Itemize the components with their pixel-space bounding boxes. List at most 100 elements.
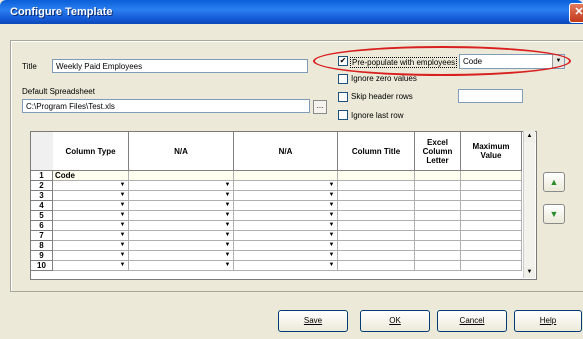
grid-cell[interactable] <box>338 261 415 271</box>
cancel-button[interactable]: Cancel <box>437 310 507 332</box>
scroll-down-icon[interactable]: ▼ <box>524 267 535 278</box>
grid-cell[interactable]: ▼ <box>234 201 338 211</box>
grid-cell[interactable] <box>338 221 415 231</box>
chevron-down-icon[interactable]: ▼ <box>327 202 336 209</box>
grid-cell[interactable] <box>338 201 415 211</box>
chevron-down-icon[interactable]: ▼ <box>327 192 336 199</box>
grid-scrollbar[interactable]: ▲ ▼ <box>523 131 535 278</box>
move-row-down-button[interactable]: ▼ <box>543 204 565 224</box>
grid-cell[interactable] <box>415 201 461 211</box>
chevron-down-icon[interactable]: ▼ <box>327 182 336 189</box>
grid-cell[interactable] <box>415 241 461 251</box>
grid-cell[interactable] <box>338 241 415 251</box>
grid-cell[interactable] <box>461 251 522 261</box>
chevron-down-icon[interactable]: ▼ <box>223 252 232 259</box>
grid-cell[interactable] <box>461 211 522 221</box>
grid-cell[interactable]: ▼ <box>129 241 234 251</box>
chevron-down-icon[interactable]: ▼ <box>118 222 127 229</box>
grid-cell[interactable] <box>461 191 522 201</box>
grid-cell[interactable]: ▼ <box>129 191 234 201</box>
chevron-down-icon[interactable]: ▼ <box>118 192 127 199</box>
grid-cell[interactable]: ▼ <box>53 201 129 211</box>
ok-button[interactable]: OK <box>360 310 430 332</box>
grid-cell[interactable] <box>415 181 461 191</box>
chevron-down-icon[interactable]: ▼ <box>327 262 336 269</box>
grid-cell[interactable] <box>461 221 522 231</box>
move-row-up-button[interactable]: ▲ <box>543 172 565 192</box>
grid-cell[interactable]: ▼ <box>234 261 338 271</box>
ignore-last-checkbox[interactable] <box>338 110 348 120</box>
grid-cell[interactable]: ▼ <box>53 191 129 201</box>
grid-cell[interactable] <box>338 181 415 191</box>
chevron-down-icon[interactable]: ▼ <box>327 242 336 249</box>
chevron-down-icon[interactable]: ▼ <box>223 212 232 219</box>
grid-cell[interactable]: ▼ <box>53 241 129 251</box>
grid-cell[interactable] <box>129 171 234 181</box>
grid-cell[interactable]: ▼ <box>129 221 234 231</box>
grid-cell[interactable]: ▼ <box>234 211 338 221</box>
grid-cell[interactable]: Code <box>53 171 129 181</box>
chevron-down-icon[interactable]: ▼ <box>118 202 127 209</box>
chevron-down-icon[interactable]: ▼ <box>118 232 127 239</box>
grid-cell[interactable] <box>461 201 522 211</box>
help-button[interactable]: Help <box>514 310 582 332</box>
grid-cell[interactable] <box>461 171 522 181</box>
grid-cell[interactable]: ▼ <box>53 231 129 241</box>
chevron-down-icon[interactable]: ▼ <box>223 232 232 239</box>
chevron-down-icon[interactable]: ▼ <box>223 222 232 229</box>
grid-cell[interactable] <box>338 171 415 181</box>
grid-cell[interactable] <box>338 231 415 241</box>
chevron-down-icon[interactable]: ▼ <box>327 222 336 229</box>
chevron-down-icon[interactable]: ▼ <box>118 212 127 219</box>
grid-cell[interactable]: ▼ <box>53 181 129 191</box>
grid-cell[interactable]: ▼ <box>234 241 338 251</box>
grid-cell[interactable]: ▼ <box>129 231 234 241</box>
chevron-down-icon[interactable]: ▼ <box>327 252 336 259</box>
chevron-down-icon[interactable]: ▼ <box>223 242 232 249</box>
chevron-down-icon[interactable]: ▼ <box>327 212 336 219</box>
grid-cell[interactable] <box>415 221 461 231</box>
chevron-down-icon[interactable]: ▼ <box>223 262 232 269</box>
grid-cell[interactable]: ▼ <box>53 221 129 231</box>
grid-cell[interactable] <box>415 261 461 271</box>
skip-header-checkbox[interactable] <box>338 92 348 102</box>
grid-cell[interactable] <box>415 231 461 241</box>
ignore-zero-checkbox[interactable] <box>338 74 348 84</box>
grid-cell[interactable]: ▼ <box>234 221 338 231</box>
grid-cell[interactable] <box>338 211 415 221</box>
default-spreadsheet-input[interactable]: C:\Program Files\Test.xls <box>22 99 310 113</box>
grid-cell[interactable] <box>338 251 415 261</box>
title-input[interactable]: Weekly Paid Employees <box>52 59 308 73</box>
chevron-down-icon[interactable]: ▼ <box>223 192 232 199</box>
column-grid[interactable]: Column Type N/A N/A Column Title Excel C… <box>30 131 537 280</box>
grid-cell[interactable]: ▼ <box>234 251 338 261</box>
grid-cell[interactable]: ▼ <box>53 251 129 261</box>
grid-cell[interactable]: ▼ <box>129 261 234 271</box>
grid-cell[interactable] <box>461 231 522 241</box>
grid-cell[interactable] <box>461 181 522 191</box>
grid-cell[interactable] <box>415 171 461 181</box>
scroll-up-icon[interactable]: ▲ <box>524 131 535 142</box>
close-button[interactable]: ✕ <box>569 3 583 23</box>
grid-cell[interactable]: ▼ <box>53 211 129 221</box>
chevron-down-icon[interactable]: ▼ <box>327 232 336 239</box>
chevron-down-icon[interactable]: ▼ <box>118 182 127 189</box>
skip-header-count-input[interactable] <box>458 89 523 103</box>
grid-cell[interactable]: ▼ <box>129 251 234 261</box>
grid-cell[interactable]: ▼ <box>129 211 234 221</box>
grid-cell[interactable] <box>338 191 415 201</box>
grid-cell[interactable] <box>415 211 461 221</box>
chevron-down-icon[interactable]: ▼ <box>223 182 232 189</box>
save-button[interactable]: Save <box>278 310 348 332</box>
chevron-down-icon[interactable]: ▼ <box>118 242 127 249</box>
chevron-down-icon[interactable]: ▼ <box>118 262 127 269</box>
grid-cell[interactable] <box>415 191 461 201</box>
chevron-down-icon[interactable]: ▼ <box>223 202 232 209</box>
grid-cell[interactable]: ▼ <box>53 261 129 271</box>
grid-cell[interactable]: ▼ <box>129 181 234 191</box>
grid-cell[interactable]: ▼ <box>234 181 338 191</box>
grid-cell[interactable]: ▼ <box>129 201 234 211</box>
grid-cell[interactable] <box>415 251 461 261</box>
chevron-down-icon[interactable]: ▼ <box>118 252 127 259</box>
browse-button[interactable]: ... <box>313 100 327 114</box>
